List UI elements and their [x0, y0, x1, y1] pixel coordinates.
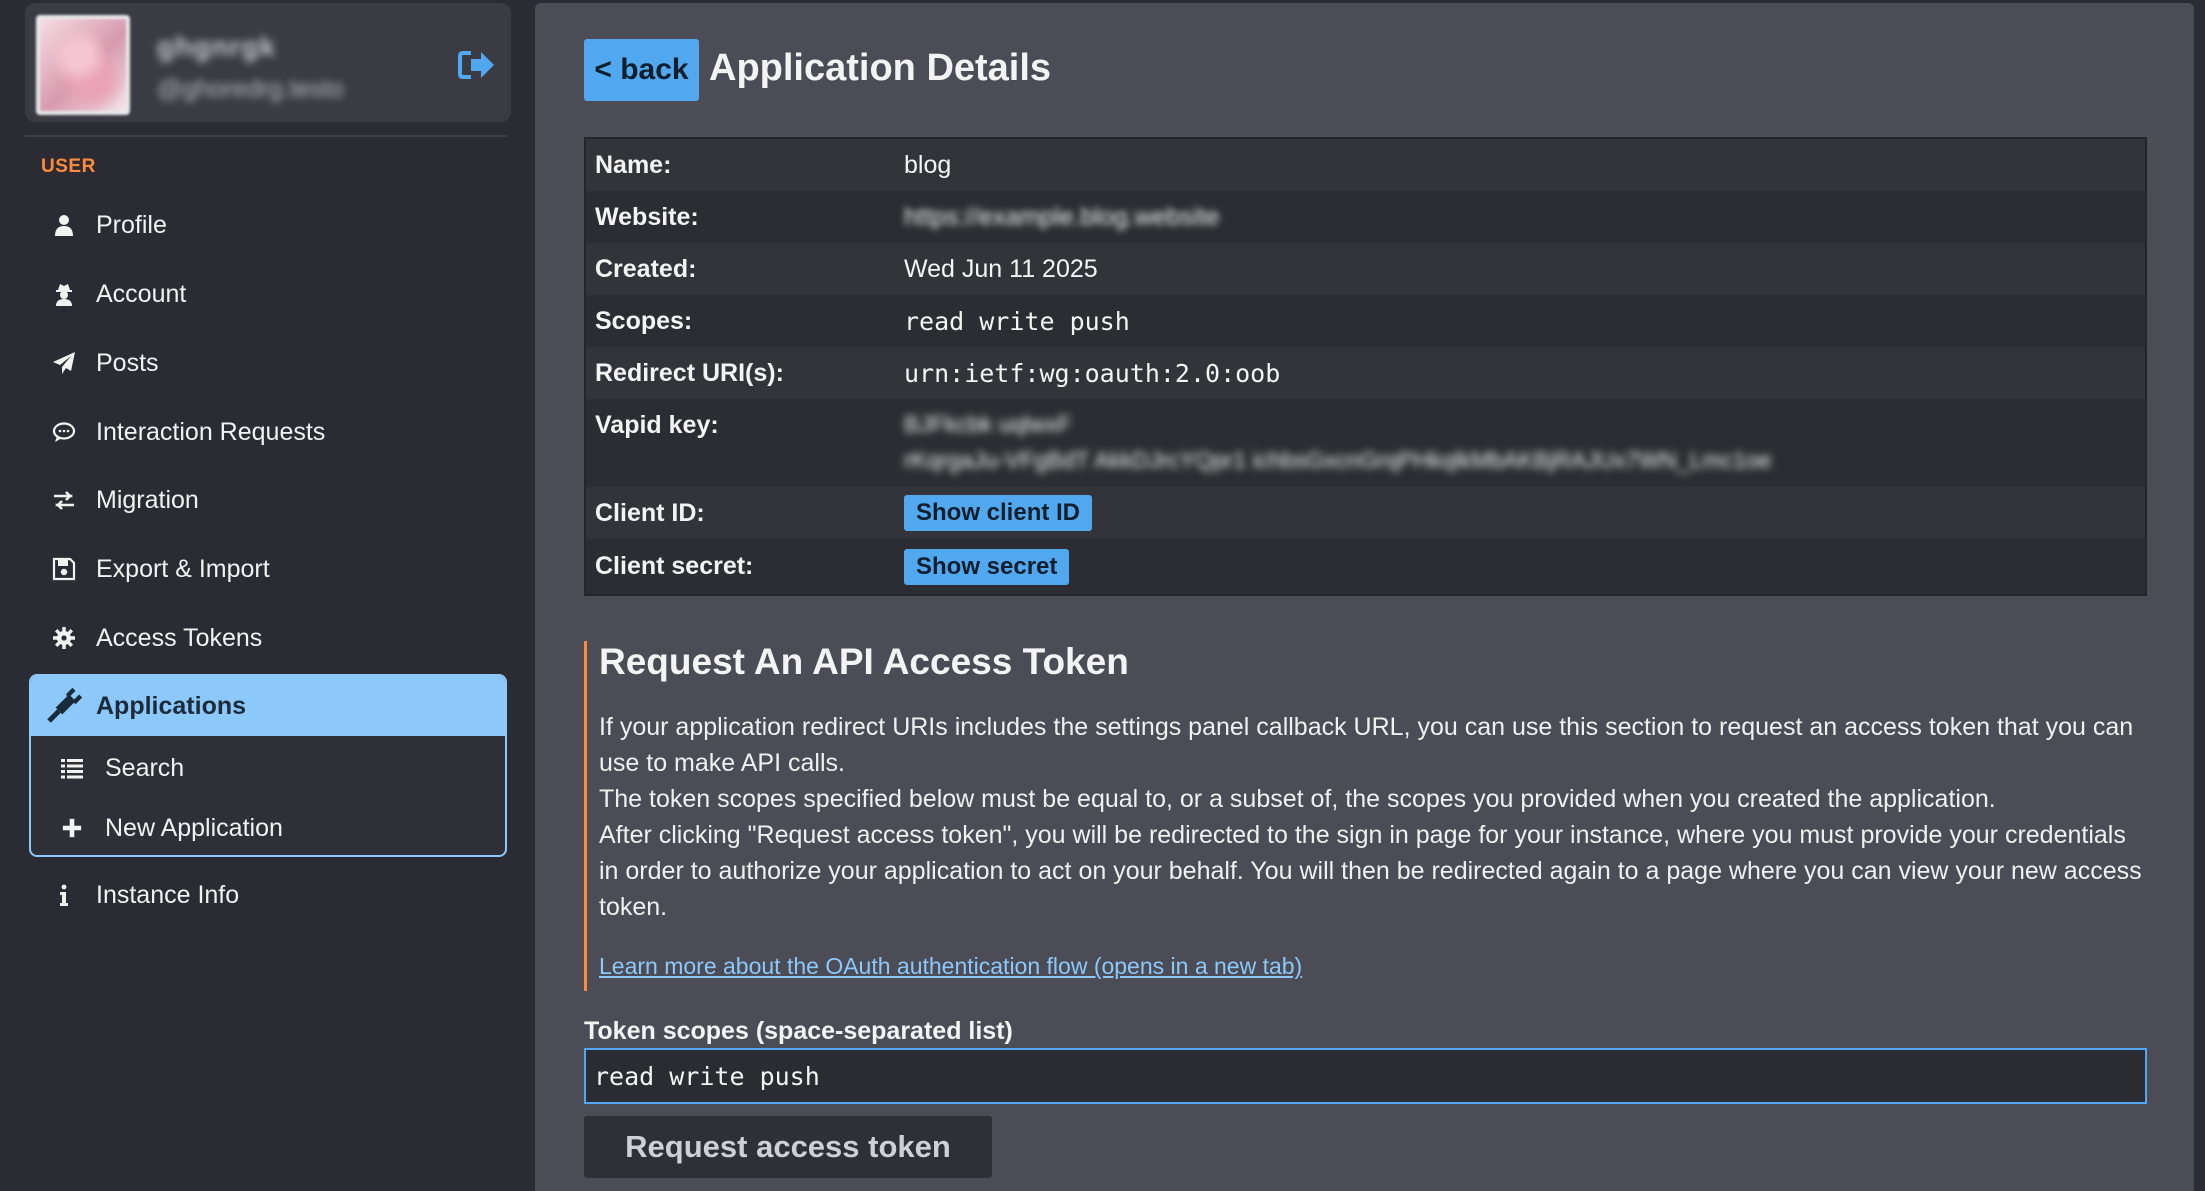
- scopes-value: read write push: [904, 306, 1130, 336]
- detail-label: Redirect URI(s):: [595, 358, 784, 387]
- sidebar-subitem-label: New Application: [105, 813, 283, 842]
- speech-bubble-icon: [44, 417, 84, 447]
- app-root: ghgnrgk @ghoredrg.testo USER Profile Acc…: [0, 0, 2205, 1191]
- section-description: If your application redirect URIs includ…: [599, 709, 2144, 925]
- sidebar-item-profile[interactable]: Profile: [30, 199, 505, 251]
- sidebar-item-label: Profile: [96, 210, 167, 239]
- detail-row-website: Website: https://example.blog.website: [586, 191, 2145, 243]
- plus-icon: [54, 813, 90, 843]
- sidebar-item-label: Posts: [96, 348, 159, 377]
- learn-more-link[interactable]: Learn more about the OAuth authenticatio…: [599, 953, 1302, 980]
- vapid-key-line-1: BJFkcbk uqlwxF: [904, 411, 1072, 437]
- user-display-name: ghgnrgk: [157, 31, 276, 62]
- detail-row-redirect: Redirect URI(s): urn:ietf:wg:oauth:2.0:o…: [586, 347, 2145, 399]
- sidebar-divider: [25, 135, 507, 137]
- sidebar-item-label: Instance Info: [96, 880, 240, 909]
- token-scopes-input[interactable]: [584, 1048, 2147, 1104]
- sidebar-item-label: Account: [96, 279, 187, 308]
- sidebar-item-posts[interactable]: Posts: [30, 337, 505, 389]
- avatar: [36, 15, 130, 115]
- detail-label: Client secret:: [595, 552, 754, 580]
- sidebar-item-migration[interactable]: Migration: [30, 474, 505, 526]
- gear-icon: [44, 623, 84, 653]
- floppy-disk-icon: [44, 554, 84, 584]
- sidebar-item-label: Applications: [96, 691, 247, 720]
- detail-row-scopes: Scopes: read write push: [586, 295, 2145, 347]
- detail-row-client-id: Client ID: Show client ID: [586, 487, 2145, 539]
- section-title: Request An API Access Token: [599, 641, 1129, 682]
- show-client-id-button[interactable]: Show client ID: [904, 495, 1093, 531]
- detail-row-client-secret: Client secret: Show secret: [586, 539, 2145, 594]
- list-icon: [54, 753, 90, 783]
- description-paragraph-2: The token scopes specified below must be…: [599, 785, 1996, 813]
- detail-label: Created:: [595, 254, 697, 283]
- section-label-user: USER: [41, 156, 96, 177]
- paper-plane-icon: [44, 348, 84, 378]
- user-secret-icon: [44, 279, 84, 309]
- user-card[interactable]: ghgnrgk @ghoredrg.testo: [25, 3, 511, 122]
- detail-row-name: Name: blog: [586, 139, 2145, 191]
- app-name-value: blog: [904, 150, 952, 179]
- detail-label: Name:: [595, 150, 672, 179]
- info-icon: [44, 880, 84, 910]
- application-details-table: Name: blog Website: https://example.blog…: [584, 137, 2147, 596]
- token-scopes-label: Token scopes (space-separated list): [584, 1017, 1013, 1045]
- applications-group: Applications Search New Application: [29, 674, 507, 857]
- user-handle: @ghoredrg.testo: [157, 75, 344, 103]
- description-paragraph-3: After clicking "Request access token", y…: [599, 821, 2142, 921]
- sidebar-item-applications[interactable]: Applications: [31, 676, 505, 736]
- main-panel: < back Application Details Name: blog We…: [535, 3, 2194, 1191]
- detail-row-created: Created: Wed Jun 11 2025: [586, 243, 2145, 295]
- website-link[interactable]: https://example.blog.website: [904, 203, 1219, 232]
- description-paragraph-1: If your application redirect URIs includ…: [599, 713, 2134, 777]
- sidebar-subitem-label: Search: [105, 753, 185, 782]
- page-title: Application Details: [709, 47, 1052, 89]
- sidebar-item-label: Export & Import: [96, 554, 270, 583]
- user-icon: [44, 210, 84, 240]
- sidebar-item-account[interactable]: Account: [30, 268, 505, 320]
- request-token-section: Request An API Access Token If your appl…: [584, 641, 2154, 991]
- detail-label: Scopes:: [595, 306, 693, 335]
- sidebar-item-label: Migration: [96, 485, 199, 514]
- detail-row-vapid: Vapid key: BJFkcbk uqlwxF rKqrgaJu-VFgBd…: [586, 399, 2145, 487]
- sidebar-item-label: Access Tokens: [96, 623, 263, 652]
- sidebar-subitem-search[interactable]: Search: [31, 740, 505, 796]
- sidebar-item-export-import[interactable]: Export & Import: [30, 543, 505, 595]
- detail-label: Client ID:: [595, 498, 705, 527]
- redirect-uri-value: urn:ietf:wg:oauth:2.0:oob: [904, 358, 1281, 388]
- sidebar-item-access-tokens[interactable]: Access Tokens: [30, 612, 505, 664]
- detail-label: Website:: [595, 202, 699, 231]
- request-access-token-button[interactable]: Request access token: [584, 1116, 992, 1178]
- created-value: Wed Jun 11 2025: [904, 254, 1098, 283]
- sidebar-subitem-new-application[interactable]: New Application: [31, 800, 505, 855]
- sidebar-item-label: Interaction Requests: [96, 417, 326, 446]
- sidebar: ghgnrgk @ghoredrg.testo USER Profile Acc…: [0, 0, 535, 1191]
- exchange-icon: [44, 485, 84, 515]
- vapid-key-line-2: rKqrgaJu-VFgBdT AkkDJrcYQpr1 ichbsGxcnGr…: [904, 447, 1772, 473]
- plug-icon: [44, 687, 84, 723]
- sidebar-item-interaction-requests[interactable]: Interaction Requests: [30, 406, 505, 458]
- logout-icon[interactable]: [457, 47, 497, 83]
- sidebar-item-instance-info[interactable]: Instance Info: [30, 869, 505, 921]
- show-secret-button[interactable]: Show secret: [904, 548, 1070, 585]
- detail-label: Vapid key:: [595, 411, 719, 439]
- back-button[interactable]: < back: [584, 39, 699, 101]
